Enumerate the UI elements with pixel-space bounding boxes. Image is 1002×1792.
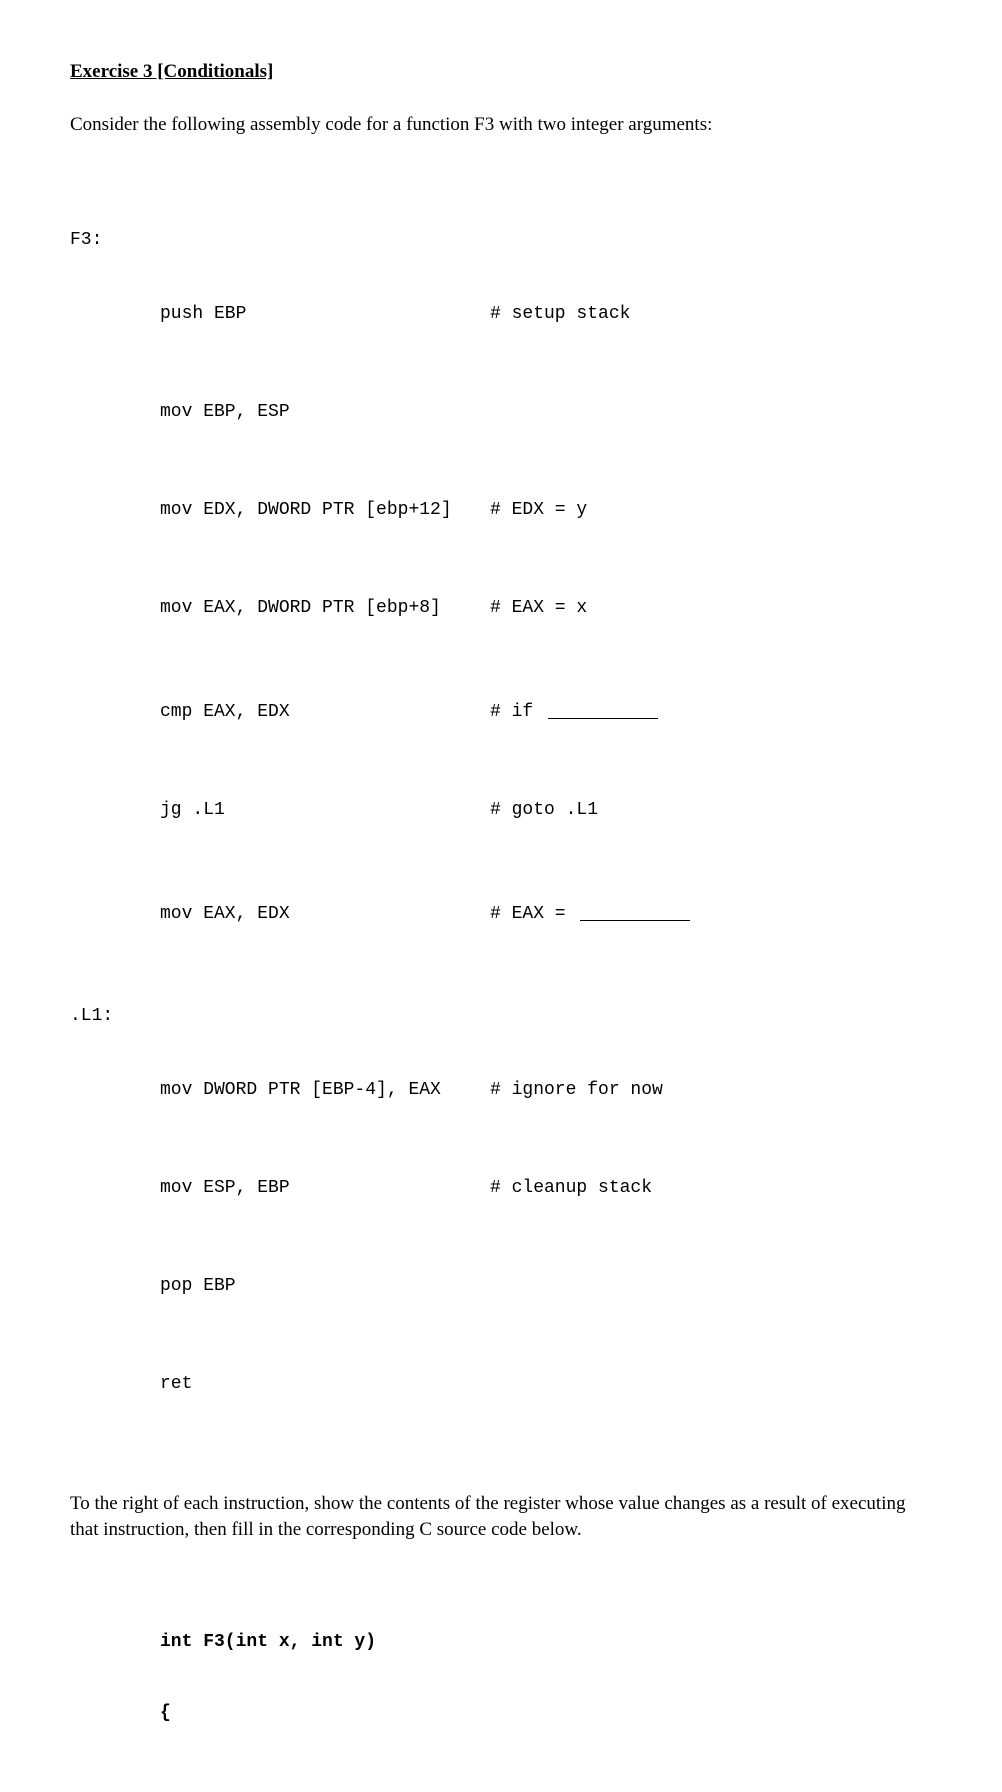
asm-row: mov DWORD PTR [EBP-4], EAX # ignore for … — [70, 1081, 932, 1099]
assembly-code-block: F3: push EBP # setup stack mov EBP, ESP … — [70, 177, 932, 1473]
asm-comment: # EDX = y — [490, 501, 932, 519]
asm-instr: mov EAX, DWORD PTR [ebp+8] — [160, 599, 490, 617]
asm-instr: pop EBP — [160, 1277, 490, 1295]
c-source-line: int F3(int x, int y) — [160, 1631, 932, 1654]
asm-instr: cmp EAX, EDX — [160, 703, 490, 721]
asm-comment-prefix: # EAX = — [490, 905, 576, 923]
asm-row: .L1: — [70, 1007, 932, 1025]
asm-row: ret — [70, 1375, 932, 1393]
asm-comment: # goto .L1 — [490, 801, 932, 819]
asm-instr: mov ESP, EBP — [160, 1179, 490, 1197]
asm-row: cmp EAX, EDX # if — [70, 697, 932, 721]
asm-row: jg .L1 # goto .L1 — [70, 801, 932, 819]
asm-instr: push EBP — [160, 305, 490, 323]
asm-instr: mov EDX, DWORD PTR [ebp+12] — [160, 501, 490, 519]
asm-instr: ret — [160, 1375, 490, 1393]
c-source-block: int F3(int x, int y) { — [160, 1585, 932, 1772]
asm-comment: # ignore for now — [490, 1081, 932, 1099]
asm-instr: mov DWORD PTR [EBP-4], EAX — [160, 1081, 490, 1099]
asm-row: mov EAX, DWORD PTR [ebp+8] # EAX = x — [70, 599, 932, 617]
asm-comment: # setup stack — [490, 305, 932, 323]
document-page: Exercise 3 [Conditionals] Consider the f… — [0, 0, 1002, 1792]
asm-comment-prefix: # if — [490, 703, 544, 721]
asm-comment: # if — [490, 697, 932, 721]
fill-in-blank[interactable] — [548, 700, 658, 719]
c-source-line: { — [160, 1702, 932, 1725]
asm-comment: # cleanup stack — [490, 1179, 932, 1197]
fill-in-blank[interactable] — [580, 902, 690, 921]
asm-label: .L1: — [70, 1007, 160, 1025]
exercise-heading: Exercise 3 [Conditionals] — [70, 60, 932, 85]
asm-comment: # EAX = — [490, 899, 932, 923]
asm-label: F3: — [70, 231, 160, 249]
asm-row: pop EBP — [70, 1277, 932, 1295]
asm-row: push EBP # setup stack — [70, 305, 932, 323]
asm-instr: jg .L1 — [160, 801, 490, 819]
asm-row: F3: — [70, 231, 932, 249]
asm-comment: # EAX = x — [490, 599, 932, 617]
asm-row: mov EBP, ESP — [70, 403, 932, 421]
intro-text: Consider the following assembly code for… — [70, 113, 932, 138]
asm-row: mov EAX, EDX # EAX = — [70, 899, 932, 923]
asm-instr: mov EAX, EDX — [160, 905, 490, 923]
outro-text: To the right of each instruction, show t… — [70, 1491, 932, 1542]
asm-row: mov ESP, EBP # cleanup stack — [70, 1179, 932, 1197]
asm-row: mov EDX, DWORD PTR [ebp+12] # EDX = y — [70, 501, 932, 519]
asm-instr: mov EBP, ESP — [160, 403, 490, 421]
